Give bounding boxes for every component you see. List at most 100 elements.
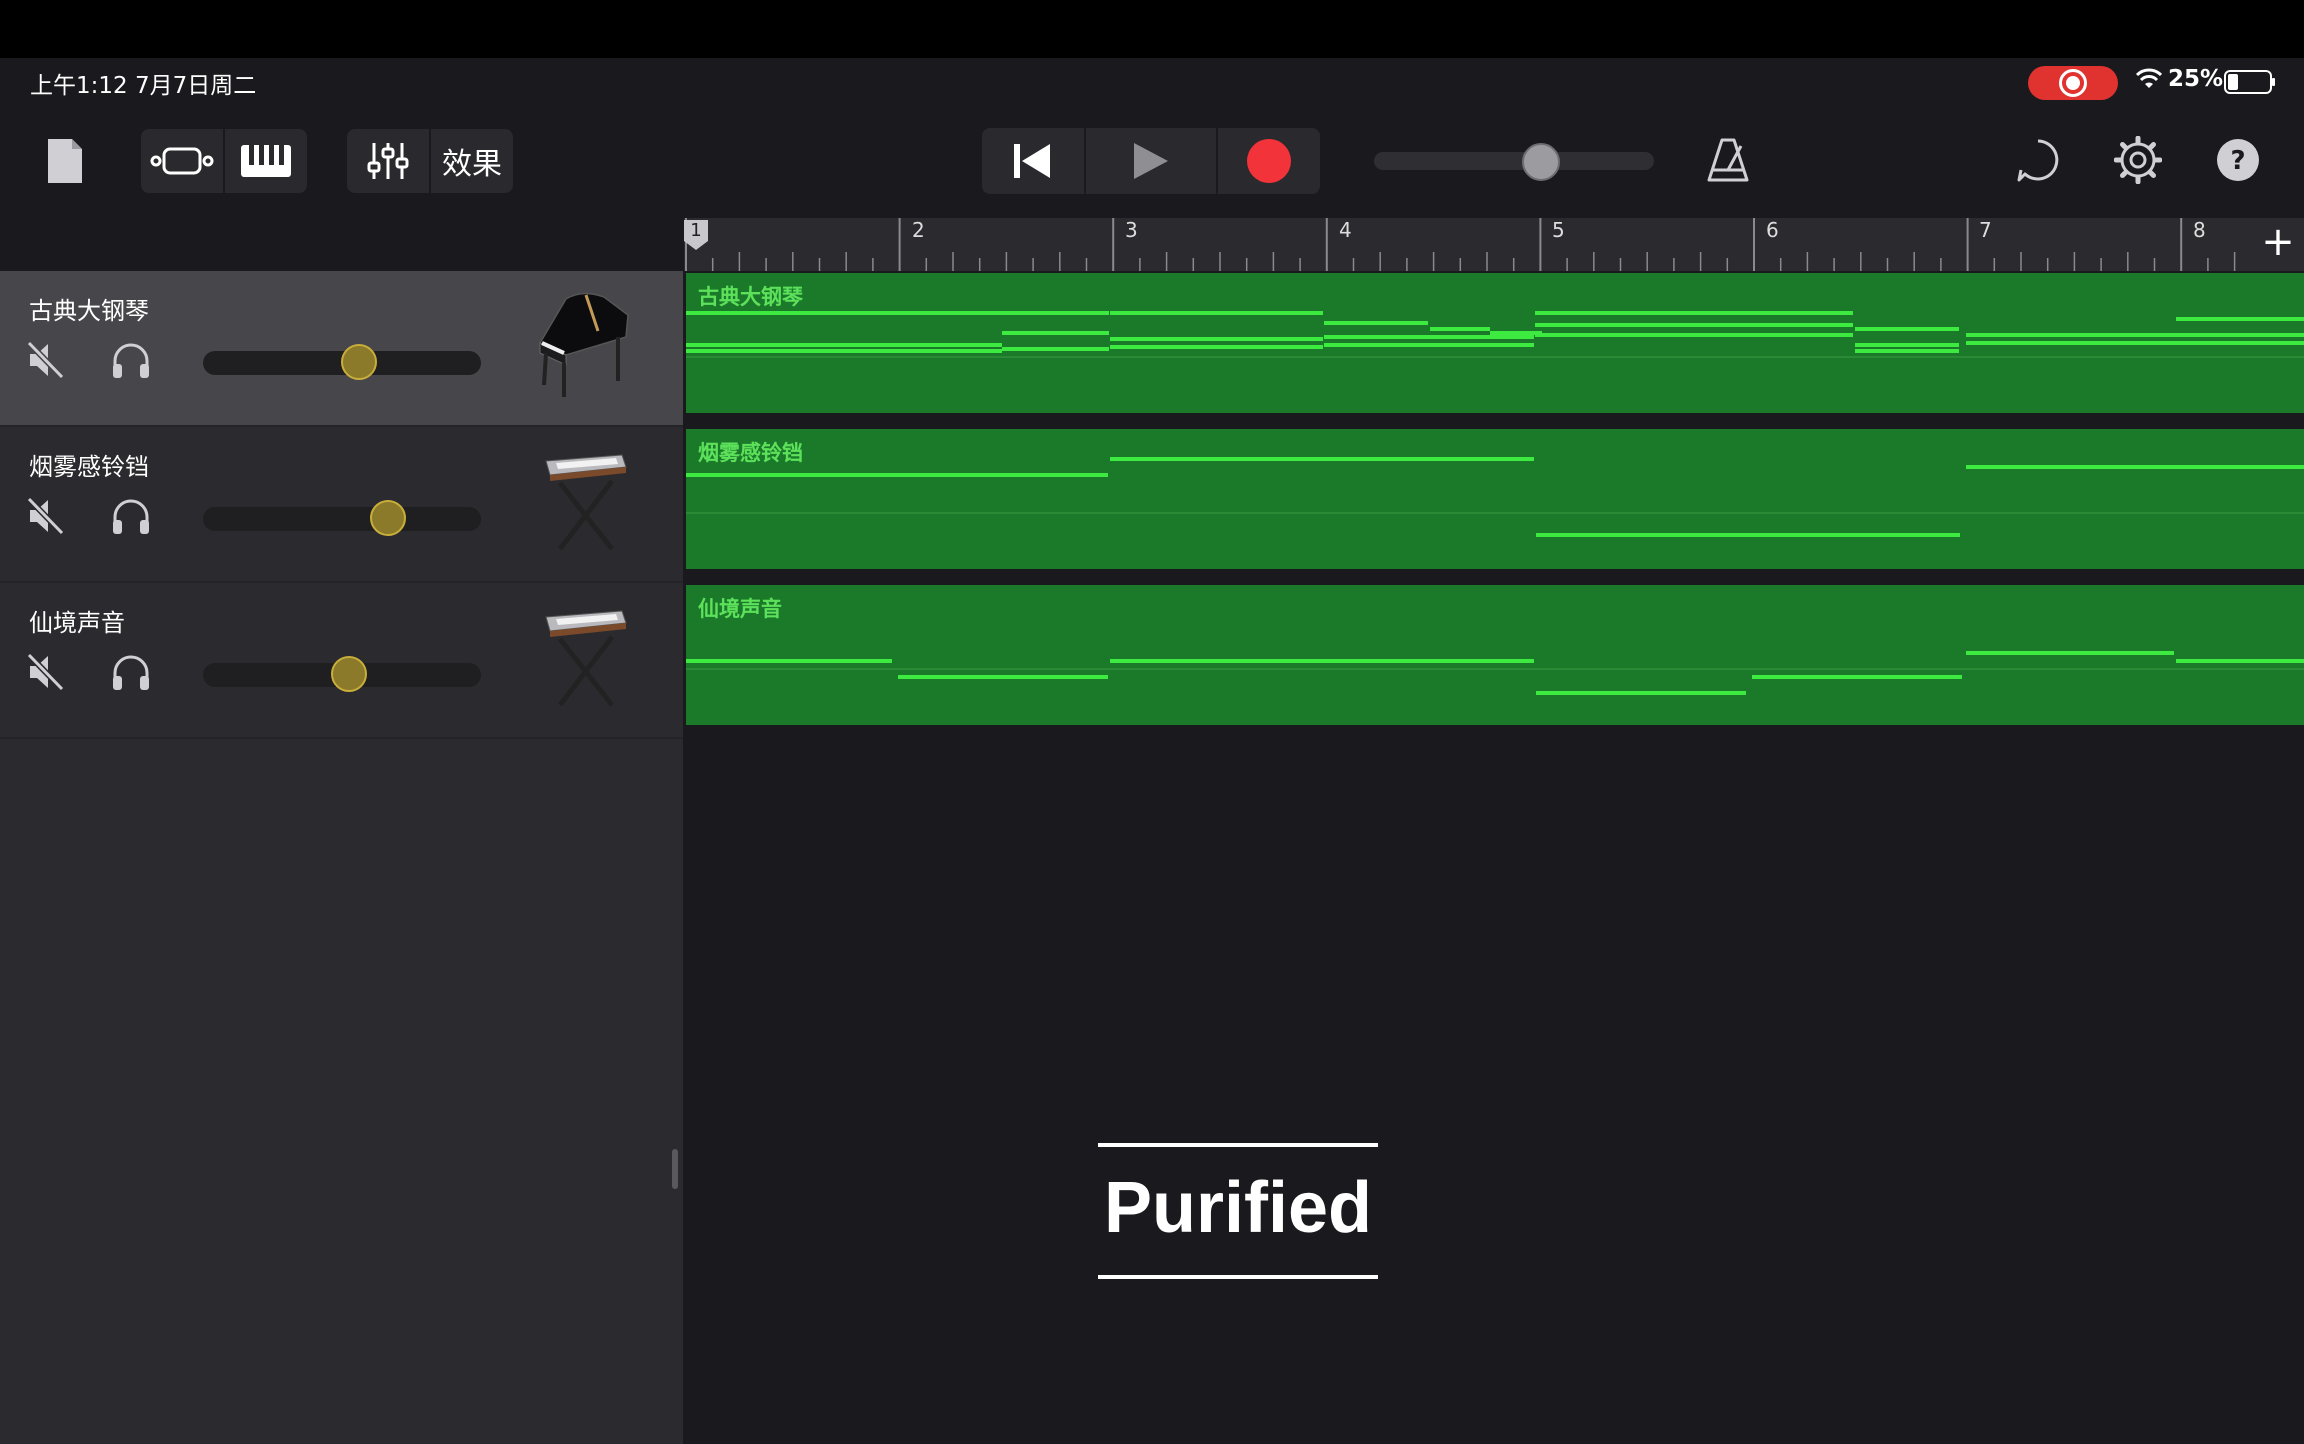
track-volume-slider[interactable] [203,656,481,692]
midi-note [686,473,1108,477]
header-resize-handle[interactable] [672,1149,678,1189]
track-header[interactable]: 古典大钢琴 [0,271,683,427]
watermark-text: Purified [1103,1168,1373,1248]
screen-recording-indicator[interactable] [2028,66,2118,100]
view-toggle-group [141,129,307,193]
watermark-rule [1098,1143,1378,1147]
status-time: 上午1:12 7月7日周二 [30,73,257,99]
midi-note [1966,341,2304,345]
master-volume-slider[interactable] [1374,143,1654,181]
mute-icon[interactable] [24,651,66,693]
loop-icon [2017,139,2059,182]
metronome-icon [1707,138,1749,182]
midi-note [1110,457,1534,461]
watermark-rule [1098,1275,1378,1279]
track-headers: 古典大钢琴 烟雾感铃铛 仙境声音 [0,271,683,1444]
mixer-button[interactable] [347,129,429,193]
help-icon: ? [2217,139,2259,181]
garageband-app: 上午1:12 7月7日周二 25% 效果 ? 1 2 3 4 5 6 7 8 +… [0,58,2304,1444]
effects-button[interactable]: 效果 [431,129,513,193]
midi-note [686,311,1002,315]
master-volume-knob[interactable] [1521,143,1560,181]
midi-region[interactable] [686,429,2304,569]
keyboard-button[interactable] [225,129,307,193]
status-bar: 上午1:12 7月7日周二 25% [0,58,2304,106]
midi-note [2176,317,2304,321]
midi-note [1324,321,1428,325]
midi-note [1110,311,1323,315]
go-to-start-icon [1014,144,1050,178]
midi-note [1324,343,1534,347]
track-name: 烟雾感铃铛 [29,453,149,481]
record-icon [1247,139,1291,183]
track-volume-slider[interactable] [203,500,481,536]
region-label: 古典大钢琴 [698,285,803,309]
battery-icon [2224,70,2275,94]
midi-note [1855,349,1959,353]
midi-note [1535,311,1853,315]
tracks-view-button[interactable] [141,129,223,193]
midi-note [1002,331,1109,335]
go-to-start-button[interactable] [982,128,1082,194]
bar-number: 5 [1552,218,1565,242]
help-button[interactable]: ? [2210,130,2266,190]
headphones-icon[interactable] [110,651,152,693]
effects-label: 效果 [442,147,502,182]
mute-icon[interactable] [24,495,66,537]
record-dot-icon [2066,76,2080,90]
midi-note [1855,343,1959,347]
tracks-view-icon [150,147,214,175]
midi-note [1966,651,2174,655]
track-volume-knob[interactable] [331,656,368,692]
headphones-icon[interactable] [110,339,152,381]
midi-note [1110,337,1323,341]
mute-icon[interactable] [24,339,66,381]
midi-note [1536,533,1960,537]
midi-note [686,349,1002,353]
midi-note [686,343,1002,347]
bar-number: 2 [912,218,925,242]
loop-browser-button[interactable] [2010,130,2066,190]
mixer-effects-group: 效果 [347,129,513,193]
track-name: 仙境声音 [29,609,125,637]
bar-number: 3 [1125,218,1138,242]
keyboard-stand-icon [545,454,627,551]
midi-note [1966,333,2304,337]
metronome-button[interactable] [1700,130,1756,190]
bar-number: 8 [2193,218,2206,242]
track-volume-knob[interactable] [340,344,377,380]
midi-note [898,675,1108,679]
midi-note [1855,327,1959,331]
bar-number: 7 [1979,218,1992,242]
document-icon [48,139,82,183]
record-button[interactable] [1218,128,1320,194]
timeline-ruler[interactable]: 1 2 3 4 5 6 7 8 [684,218,2304,271]
letterbox [0,0,2304,58]
grand-piano-icon [538,292,629,397]
track-header[interactable]: 烟雾感铃铛 [0,427,683,583]
track-volume-knob[interactable] [369,500,406,536]
mixer-icon [367,143,409,179]
midi-note [1535,323,1853,327]
midi-note [1752,675,1962,679]
play-button[interactable] [1086,128,1214,194]
track-name: 古典大钢琴 [29,297,149,325]
midi-regions[interactable] [684,271,2304,741]
wifi-icon [2136,68,2162,88]
play-icon [1134,143,1168,179]
add-section-button[interactable]: + [2252,218,2304,271]
track-header[interactable]: 仙境声音 [0,583,683,739]
midi-note [686,659,892,663]
settings-button[interactable] [2110,130,2166,190]
transport-controls [982,128,1320,194]
battery-percent: 25% [2168,66,2224,92]
midi-note [1490,331,1542,335]
midi-note [1430,327,1490,331]
headphones-icon[interactable] [110,495,152,537]
region-label: 仙境声音 [698,597,782,621]
midi-note [1324,335,1534,339]
my-songs-button[interactable] [42,128,88,194]
midi-note [1002,347,1109,351]
region-label: 烟雾感铃铛 [698,441,803,465]
track-volume-slider[interactable] [203,344,481,380]
